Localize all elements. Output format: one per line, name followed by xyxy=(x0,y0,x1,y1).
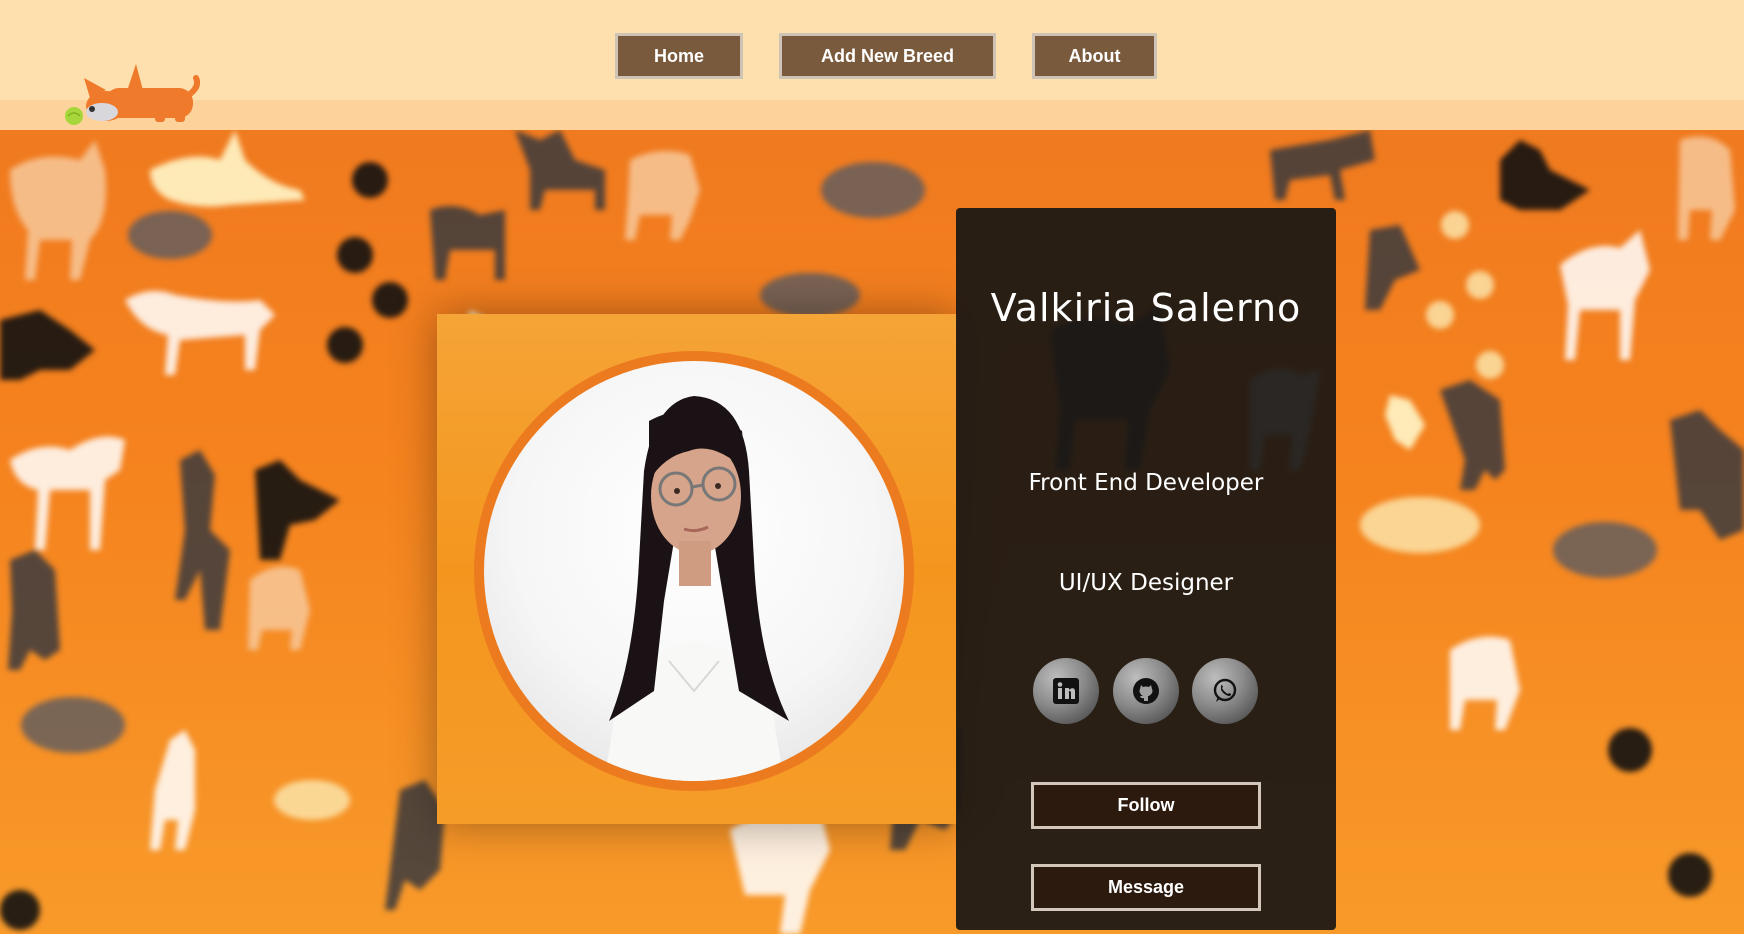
profile-photo xyxy=(484,361,904,781)
linkedin-icon[interactable] xyxy=(1033,658,1099,724)
profile-info-card: Valkiria Salerno Front End Developer UI/… xyxy=(956,208,1336,930)
nav-home-button[interactable]: Home xyxy=(615,33,743,79)
profile-name: Valkiria Salerno xyxy=(990,286,1302,330)
nav-about-button[interactable]: About xyxy=(1032,33,1157,79)
whatsapp-icon[interactable] xyxy=(1192,658,1258,724)
role-front-end: Front End Developer xyxy=(1028,470,1264,496)
github-icon[interactable] xyxy=(1113,658,1179,724)
nav-add-breed-button[interactable]: Add New Breed xyxy=(779,33,996,79)
top-bar-strip xyxy=(0,100,1744,130)
follow-button[interactable]: Follow xyxy=(1031,782,1261,829)
avatar-ring xyxy=(474,351,914,791)
role-ui-ux: UI/UX Designer xyxy=(1058,570,1234,596)
profile-photo-card xyxy=(437,314,957,824)
main-nav: Home Add New Breed About xyxy=(0,33,1744,79)
message-button[interactable]: Message xyxy=(1031,864,1261,911)
